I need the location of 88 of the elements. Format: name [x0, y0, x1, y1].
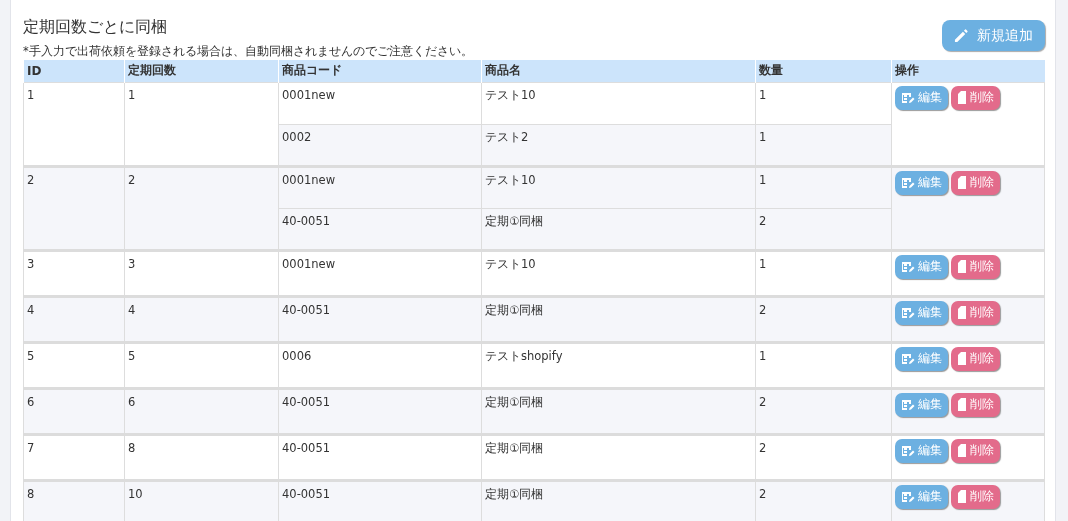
table-cell: 0001new	[278, 82, 482, 124]
table-cell: 8	[23, 480, 125, 521]
table-cell: 1	[755, 82, 892, 124]
table-cell: 定期①同梱	[481, 208, 756, 250]
edit-form-icon	[901, 176, 915, 189]
table-cell: 7	[23, 434, 125, 480]
table-cell: 1	[755, 250, 892, 296]
edit-form-icon	[901, 490, 915, 503]
document-icon	[957, 490, 967, 503]
edit-button[interactable]: 編集	[895, 438, 948, 463]
page-title: 定期回数ごとに同梱	[23, 17, 167, 38]
document-icon	[957, 260, 967, 273]
table-cell: 定期①同梱	[481, 480, 756, 521]
table-cell: 40-0051	[278, 296, 482, 342]
delete-button[interactable]: 削除	[951, 438, 1000, 463]
column-header: 定期回数	[124, 60, 279, 82]
delete-button[interactable]: 削除	[951, 254, 1000, 279]
table-cell: 定期①同梱	[481, 296, 756, 342]
column-header: 数量	[755, 60, 892, 82]
edit-button[interactable]: 編集	[895, 300, 948, 325]
table-cell: 8	[124, 434, 279, 480]
table-cell: 2	[755, 480, 892, 521]
delete-button[interactable]: 削除	[951, 484, 1000, 509]
table-cell: 10	[124, 480, 279, 521]
table-cell: 1	[124, 82, 279, 166]
column-header: 操作	[891, 60, 1045, 82]
table-cell: 6	[124, 388, 279, 434]
table-cell: 0001new	[278, 250, 482, 296]
edit-button[interactable]: 編集	[895, 346, 948, 371]
table-cell: 1	[23, 82, 125, 166]
table-cell: 40-0051	[278, 388, 482, 434]
notice-text: *手入力で出荷依頼を登録される場合は、自動同梱されませんのでご注意ください。	[23, 44, 474, 59]
table-cell: 0006	[278, 342, 482, 388]
edit-button[interactable]: 編集	[895, 484, 948, 509]
edit-form-icon	[901, 398, 915, 411]
table-cell: 5	[23, 342, 125, 388]
table-cell: テストshopify	[481, 342, 756, 388]
edit-form-icon	[901, 260, 915, 273]
table-cell: 4	[23, 296, 125, 342]
delete-button[interactable]: 削除	[951, 346, 1000, 371]
table-cell: 1	[755, 166, 892, 208]
edit-button[interactable]: 編集	[895, 392, 948, 417]
column-header: 商品名	[481, 60, 756, 82]
table-cell: テスト2	[481, 124, 756, 166]
table-cell: 定期①同梱	[481, 434, 756, 480]
table-cell: 2	[755, 208, 892, 250]
table-cell: 2	[755, 434, 892, 480]
table-cell: 定期①同梱	[481, 388, 756, 434]
edit-form-icon	[901, 444, 915, 457]
new-add-button[interactable]: 新規追加	[942, 20, 1045, 51]
document-icon	[957, 352, 967, 365]
table-cell: 2	[23, 166, 125, 250]
edit-button[interactable]: 編集	[895, 254, 948, 279]
delete-button[interactable]: 削除	[951, 392, 1000, 417]
document-icon	[957, 91, 967, 104]
table-cell: テスト10	[481, 82, 756, 124]
pencil-icon	[954, 28, 969, 43]
table-cell: 40-0051	[278, 480, 482, 521]
table-cell: 6	[23, 388, 125, 434]
table-cell: 40-0051	[278, 434, 482, 480]
column-header: ID	[23, 60, 125, 82]
document-icon	[957, 306, 967, 319]
table-cell: 3	[23, 250, 125, 296]
edit-form-icon	[901, 306, 915, 319]
delete-button[interactable]: 削除	[951, 85, 1000, 110]
edit-form-icon	[901, 91, 915, 104]
table-cell: テスト10	[481, 250, 756, 296]
table-cell: 2	[755, 296, 892, 342]
table-cell: 0001new	[278, 166, 482, 208]
table-cell: 5	[124, 342, 279, 388]
table-cell: 2	[124, 166, 279, 250]
table-cell: 4	[124, 296, 279, 342]
edit-button[interactable]: 編集	[895, 85, 948, 110]
edit-form-icon	[901, 352, 915, 365]
table-cell: 1	[755, 124, 892, 166]
document-icon	[957, 398, 967, 411]
table-cell: 2	[755, 388, 892, 434]
table-cell: テスト10	[481, 166, 756, 208]
table-cell: 3	[124, 250, 279, 296]
table-cell: 40-0051	[278, 208, 482, 250]
delete-button[interactable]: 削除	[951, 300, 1000, 325]
delete-button[interactable]: 削除	[951, 170, 1000, 195]
document-icon	[957, 176, 967, 189]
table-cell: 1	[755, 342, 892, 388]
column-header: 商品コード	[278, 60, 482, 82]
document-icon	[957, 444, 967, 457]
table-cell: 0002	[278, 124, 482, 166]
edit-button[interactable]: 編集	[895, 170, 948, 195]
